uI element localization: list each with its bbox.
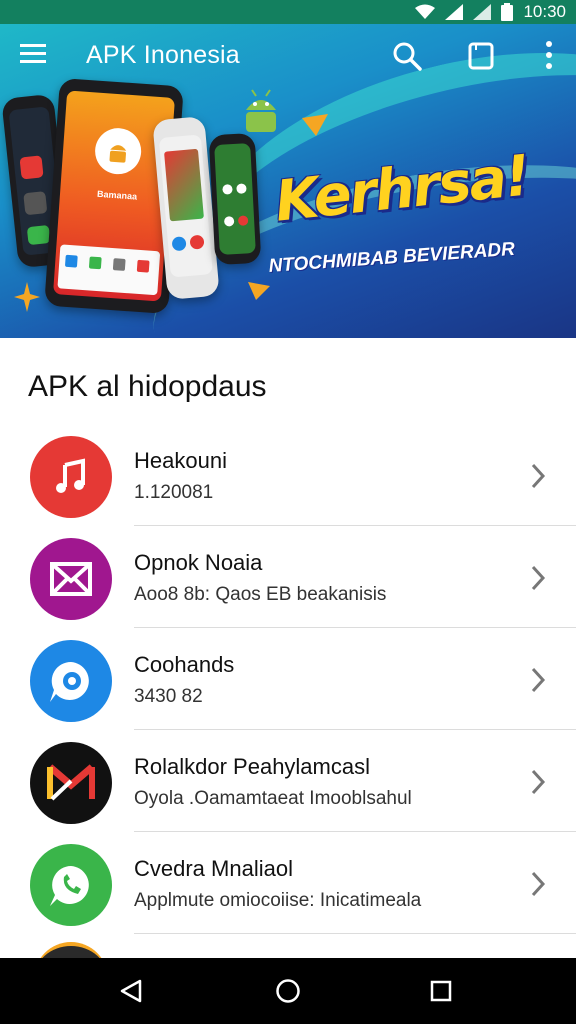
app-subtitle: Applmute omiocoiise: Inicatimeala	[134, 890, 422, 911]
search-icon[interactable]	[392, 41, 422, 71]
app-bar: APK Inonesia	[0, 24, 576, 88]
list-item[interactable]: Rolalkdor Peahylamcasl Oyola .Oamamtaeat…	[0, 730, 576, 832]
more-options-icon[interactable]	[544, 40, 554, 70]
list-item[interactable]: Opnok Noaia Aoo8 8b: Qaos EB beakanisis	[0, 526, 576, 628]
chevron-right-icon	[531, 565, 546, 591]
sparkle-icon-1	[14, 282, 40, 312]
sparkle-icon-2	[302, 114, 328, 136]
list-item[interactable]: Coohands 3430 82	[0, 628, 576, 730]
navigation-bar	[0, 958, 576, 1024]
mail-icon	[30, 538, 112, 620]
home-icon[interactable]	[275, 978, 301, 1004]
signal-icon-2	[473, 4, 492, 20]
list-item[interactable]: Cvedra Mnaliaol Applmute omiocoiise: Ini…	[0, 832, 576, 934]
app-title: APK Inonesia	[86, 41, 240, 69]
app-subtitle: Aoo8 8b: Qaos EB beakanisis	[134, 584, 387, 605]
app-name: Opnok Noaia	[134, 550, 263, 575]
wifi-icon	[415, 4, 436, 19]
app-subtitle: 3430 82	[134, 686, 203, 707]
android-mascot-icon	[246, 89, 276, 132]
phone-screen-text: Bamanaa	[96, 188, 138, 202]
battery-icon	[501, 3, 514, 21]
app-subtitle: Oyola .Oamamtaeat Imooblsahul	[134, 788, 412, 809]
list-item-partial[interactable]	[0, 934, 576, 958]
gmail-icon	[30, 742, 112, 824]
app-subtitle: 1.120081	[134, 482, 214, 503]
whatsapp-icon	[30, 844, 112, 926]
list-item[interactable]: Heakouni 1.120081	[0, 424, 576, 526]
app-name: Coohands	[134, 652, 235, 677]
menu-icon[interactable]	[20, 44, 46, 64]
status-bar: 10:30	[0, 0, 576, 24]
phone-image-4	[208, 132, 262, 266]
chevron-right-icon	[531, 769, 546, 795]
android-logo-icon	[93, 126, 143, 176]
app-name: Cvedra Mnaliaol	[134, 856, 293, 881]
sparkle-icon-3	[248, 282, 270, 300]
bookmark-icon[interactable]	[468, 42, 494, 70]
music-note-icon	[30, 436, 112, 518]
chat-bubble-icon	[30, 640, 112, 722]
app-name: Rolalkdor Peahylamcasl	[134, 754, 370, 779]
signal-icon	[445, 4, 464, 20]
chevron-right-icon	[531, 667, 546, 693]
back-icon[interactable]	[118, 978, 144, 1004]
section-title: APK al hidopdaus	[28, 370, 267, 403]
app-icon-partial	[34, 942, 108, 958]
chevron-right-icon	[531, 463, 546, 489]
recents-icon[interactable]	[430, 980, 452, 1002]
app-name: Heakouni	[134, 448, 227, 473]
status-time: 10:30	[523, 2, 566, 21]
chevron-right-icon	[531, 871, 546, 897]
